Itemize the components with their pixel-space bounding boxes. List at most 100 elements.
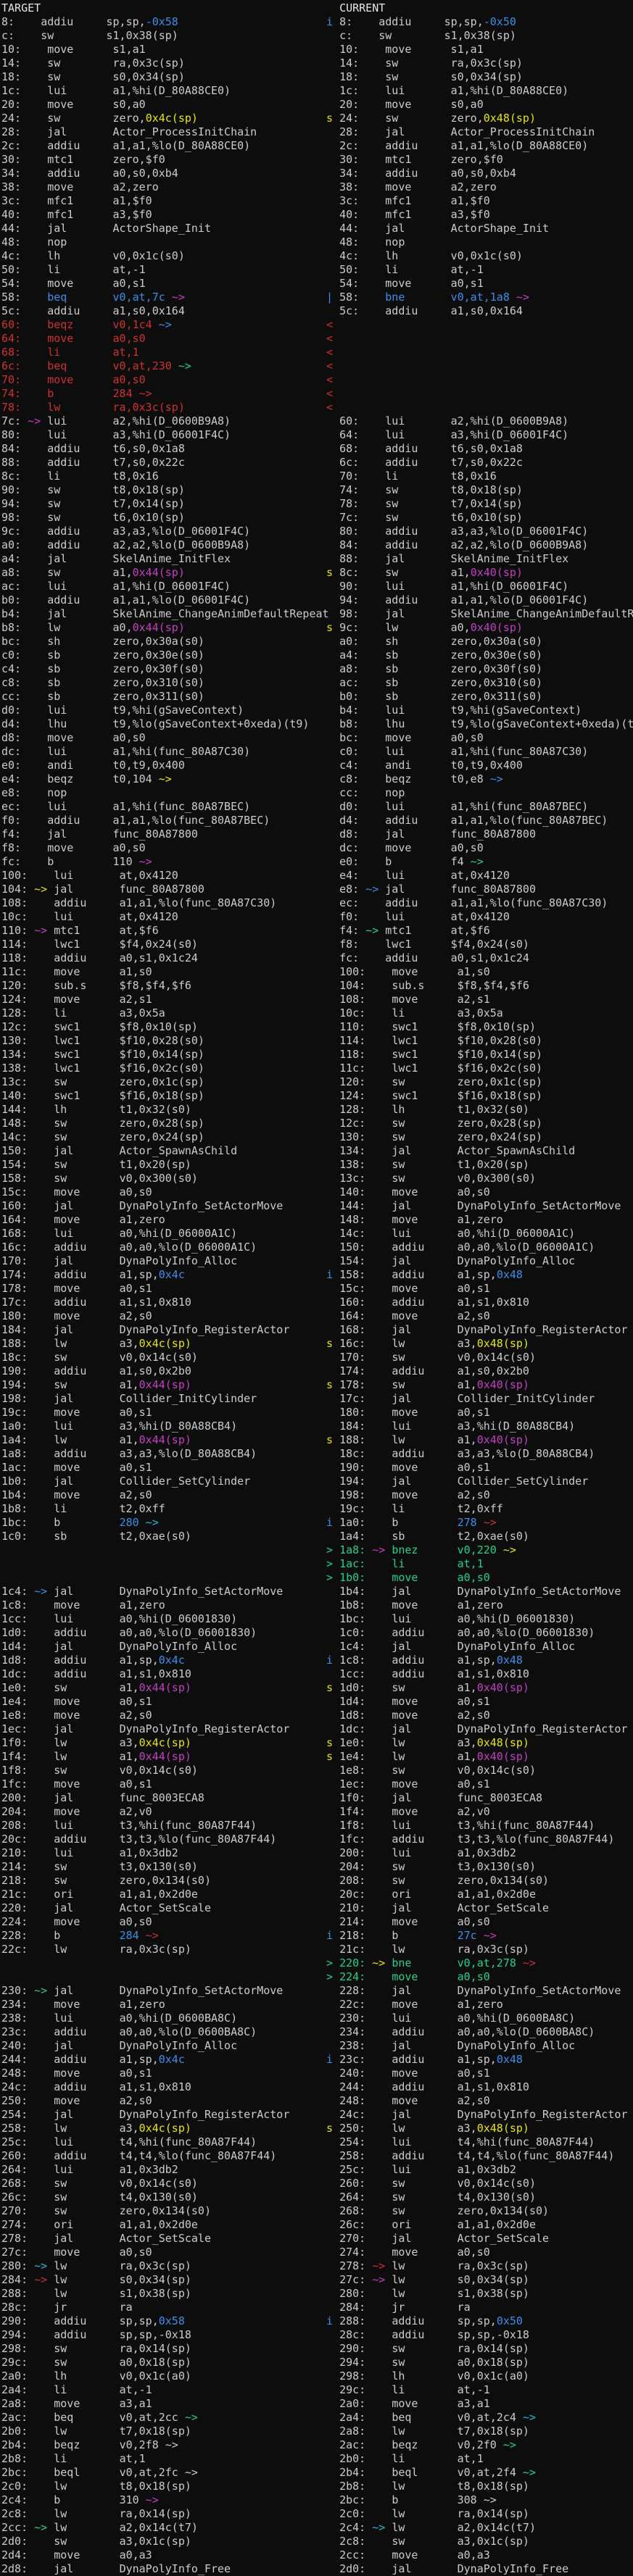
target-line: fc: b 110 ~> — [1, 855, 152, 869]
target-line: 60: beqz v0,1c4 ~> — [1, 318, 172, 332]
current-line: 2a4: beq v0,at,2c4 ~> — [326, 2411, 536, 2425]
target-line: 154: sw t1,0x20(sp) — [1, 1158, 191, 1172]
current-line: s 250: lw a3,0x48(sp) — [326, 2122, 529, 2135]
diff-row: 3c: mfc1 a1,$f0 3c: mfc1 a1,$f0 — [0, 194, 633, 208]
diff-row: 1d0: addiu a0,a0,%lo(D_06001830) 1c0: ad… — [0, 1626, 633, 1640]
target-line: 38: move a2,zero — [1, 180, 159, 194]
target-line: 178: move a0,s1 — [1, 1282, 152, 1296]
target-line: 2b4: beqz v0,2f8 ~> — [1, 2438, 178, 2452]
diff-row: 29c: sw a0,0x18(sp) 294: sw a0,0x18(sp) — [0, 2356, 633, 2369]
current-line: 18c: addiu a3,a3,%lo(D_80A88CB4) — [326, 1447, 595, 1461]
diff-row: 220: jal Actor_SetScale 210: jal Actor_S… — [0, 1901, 633, 1915]
current-line: 2d0: jal DynaPolyInfo_Free — [326, 2562, 568, 2576]
target-line: 1a8: addiu a3,a3,%lo(D_80A88CB4) — [1, 1447, 257, 1461]
current-line: 14c: lui a0,%hi(D_06000A1C) — [326, 1227, 575, 1241]
current-line: 1b8: move a1,zero — [326, 1598, 503, 1612]
current-line: d4: addiu a1,a1,%lo(func_80A87BEC) — [326, 814, 608, 828]
diff-row: 2c4: b 310 ~> 2bc: b 308 ~> — [0, 2493, 633, 2507]
target-line: 11c: move a1,s0 — [1, 965, 152, 979]
current-line: 20c: ori a1,a1,0x2d0e — [326, 1888, 536, 1901]
diff-row: ac: lui a1,%hi(D_06001F4C) 90: lui a1,%h… — [0, 580, 633, 593]
current-line: 1e8: sw v0,0x14c(s0) — [326, 1764, 536, 1777]
diff-row: 20c: addiu t3,t3,%lo(func_80A87F44) 1fc:… — [0, 1833, 633, 1846]
target-line: 194: sw a1,0x44(sp) — [1, 1378, 191, 1392]
current-line: 17c: jal Collider_InitCylinder — [326, 1392, 595, 1406]
target-line: 250: move a2,s0 — [1, 2094, 152, 2108]
current-line: 1c4: jal DynaPolyInfo_Alloc — [326, 1640, 575, 1654]
diff-row: 278: jal Actor_SetScale 270: jal Actor_S… — [0, 2232, 633, 2246]
target-line: a0: addiu a2,a2,%lo(D_0600B9A8) — [1, 538, 250, 552]
current-line: 128: lh t1,0x32(s0) — [326, 1103, 529, 1117]
current-line: 164: move a2,s0 — [326, 1309, 490, 1323]
diff-row: 94: sw t7,0x14(sp) 78: sw t7,0x14(sp) — [0, 497, 633, 511]
current-line: s 24: sw zero,0x48(sp) — [326, 112, 536, 125]
current-line: 2c4: ~> lw a2,0x14c(t7) — [326, 2521, 536, 2535]
target-line: 150: jal Actor_SpawnAsChild — [1, 1144, 237, 1158]
diff-row: b8: lw a0,0x44(sp)s 9c: lw a0,0x40(sp) — [0, 621, 633, 635]
current-line: 148: move a1,zero — [326, 1213, 503, 1227]
current-line: 2a8: lw t7,0x18(sp) — [326, 2425, 529, 2438]
target-line: ec: lui a1,%hi(func_80A87BEC) — [1, 800, 250, 814]
diff-row: 2a8: move a3,a1 2a0: move a3,a1 — [0, 2397, 633, 2411]
target-line: 1c: lui a1,%hi(D_80A88CE0) — [1, 84, 231, 98]
target-line: c: sw s1,0x38(sp) — [1, 29, 178, 43]
diff-row: 184: jal DynaPolyInfo_RegisterActor 168:… — [0, 1323, 633, 1337]
current-line: > 1a8: ~> bnez v0,220 ~> — [326, 1543, 516, 1557]
diff-row: 64: move a0,s0< — [0, 332, 633, 346]
target-line: e4: beqz t0,104 ~> — [1, 772, 172, 786]
current-line: 150: addiu a0,a0,%lo(D_06000A1C) — [326, 1241, 595, 1254]
target-line: f4: jal func_80A87800 — [1, 828, 198, 841]
target-line: 158: sw v0,0x300(s0) — [1, 1172, 198, 1185]
target-line: 30: mtc1 zero,$f0 — [1, 153, 165, 167]
current-line: s 1d0: sw a1,0x40(sp) — [326, 1681, 529, 1695]
target-line: b8: lw a0,0x44(sp) — [1, 621, 185, 635]
target-line: 24: sw zero,0x4c(sp) — [1, 112, 198, 125]
current-line: 240: move a0,s1 — [326, 2067, 490, 2080]
target-line: 208: lui t3,%hi(func_80A87F44) — [1, 1819, 257, 1833]
target-line: 1ec: jal DynaPolyInfo_RegisterActor — [1, 1722, 289, 1736]
current-line: 160: addiu a1,s1,0x810 — [326, 1296, 529, 1309]
target-line: 2c4: b 310 ~> — [1, 2493, 159, 2507]
diff-row: 48: nop 48: nop — [0, 235, 633, 249]
target-line: 90: sw t8,0x18(sp) — [1, 483, 185, 497]
current-line: e0: b f4 ~> — [326, 855, 484, 869]
diff-row: 11c: move a1,s0 100: move a1,s0 — [0, 965, 633, 979]
target-line: 284: ~> lw s0,0x34(sp) — [1, 2273, 191, 2287]
target-line: 54: move a0,s1 — [1, 277, 146, 291]
diff-row: 104: ~> jal func_80A87800 e8: ~> jal fun… — [0, 883, 633, 896]
target-line: 24c: addiu a1,s1,0x810 — [1, 2080, 191, 2094]
current-line: 40: mfc1 a3,$f0 — [326, 208, 490, 222]
diff-row: 288: lw s1,0x38(sp) 280: lw s1,0x38(sp) — [0, 2287, 633, 2301]
current-line: 120: sw zero,0x1c(sp) — [326, 1075, 542, 1089]
diff-row: 38: move a2,zero 38: move a2,zero — [0, 180, 633, 194]
current-line: d8: jal func_80A87800 — [326, 828, 536, 841]
target-line: 228: b 284 ~> — [1, 1929, 159, 1943]
diff-row: 1f8: sw v0,0x14c(s0) 1e8: sw v0,0x14c(s0… — [0, 1764, 633, 1777]
diff-row: 1b4: move a2,s0 198: move a2,s0 — [0, 1488, 633, 1502]
current-line: 100: move a1,s0 — [326, 965, 490, 979]
target-line: 120: sub.s $f8,$f4,$f6 — [1, 979, 191, 993]
current-line: 214: move a0,s0 — [326, 1915, 490, 1929]
current-line: 1fc: addiu t3,t3,%lo(func_80A87F44) — [326, 1833, 614, 1846]
diff-row: 28c: jr ra 284: jr ra — [0, 2301, 633, 2314]
current-line: 1d4: move a0,s1 — [326, 1695, 490, 1709]
diff-row: 244: addiu a1,sp,0x4ci 23c: addiu a1,sp,… — [0, 2053, 633, 2067]
current-line: 60: lui a2,%hi(D_0600B9A8) — [326, 414, 568, 428]
target-line: 2d0: sw a3,0x1c(sp) — [1, 2535, 191, 2548]
target-line: 214: sw t3,0x130(s0) — [1, 1860, 198, 1874]
target-line: 4c: lh v0,0x1c(s0) — [1, 249, 185, 263]
target-line: 2c8: lw ra,0x14(sp) — [1, 2507, 191, 2521]
current-line: d0: lui a1,%hi(func_80A87BEC) — [326, 800, 588, 814]
current-line: 1bc: lui a0,%hi(D_06001830) — [326, 1612, 575, 1626]
diff-row: 25c: lui t4,%hi(func_80A87F44) 254: lui … — [0, 2135, 633, 2149]
target-line: 58: beq v0,at,7c ~> — [1, 291, 185, 304]
target-line: 14: sw ra,0x3c(sp) — [1, 57, 185, 70]
diff-row: 2cc: ~> lw a2,0x14c(t7) 2c4: ~> lw a2,0x… — [0, 2521, 633, 2535]
diff-row: 214: sw t3,0x130(s0) 204: sw t3,0x130(s0… — [0, 1860, 633, 1874]
diff-row: 2d4: move a0,a3 2cc: move a0,a3 — [0, 2548, 633, 2562]
current-line: b8: lhu t9,%lo(gSaveContext+0xeda)(t9) — [326, 717, 633, 731]
diff-row: > 220: ~> bne v0,at,278 ~> — [0, 1956, 633, 1970]
diff-row: 23c: addiu a0,a0,%lo(D_0600BA8C) 234: ad… — [0, 2025, 633, 2039]
diff-row: 1bc: b 280 ~>i 1a0: b 278 ~> — [0, 1516, 633, 1530]
diff-row: 88: addiu t7,s0,0x22c 6c: addiu t7,s0,0x… — [0, 456, 633, 470]
